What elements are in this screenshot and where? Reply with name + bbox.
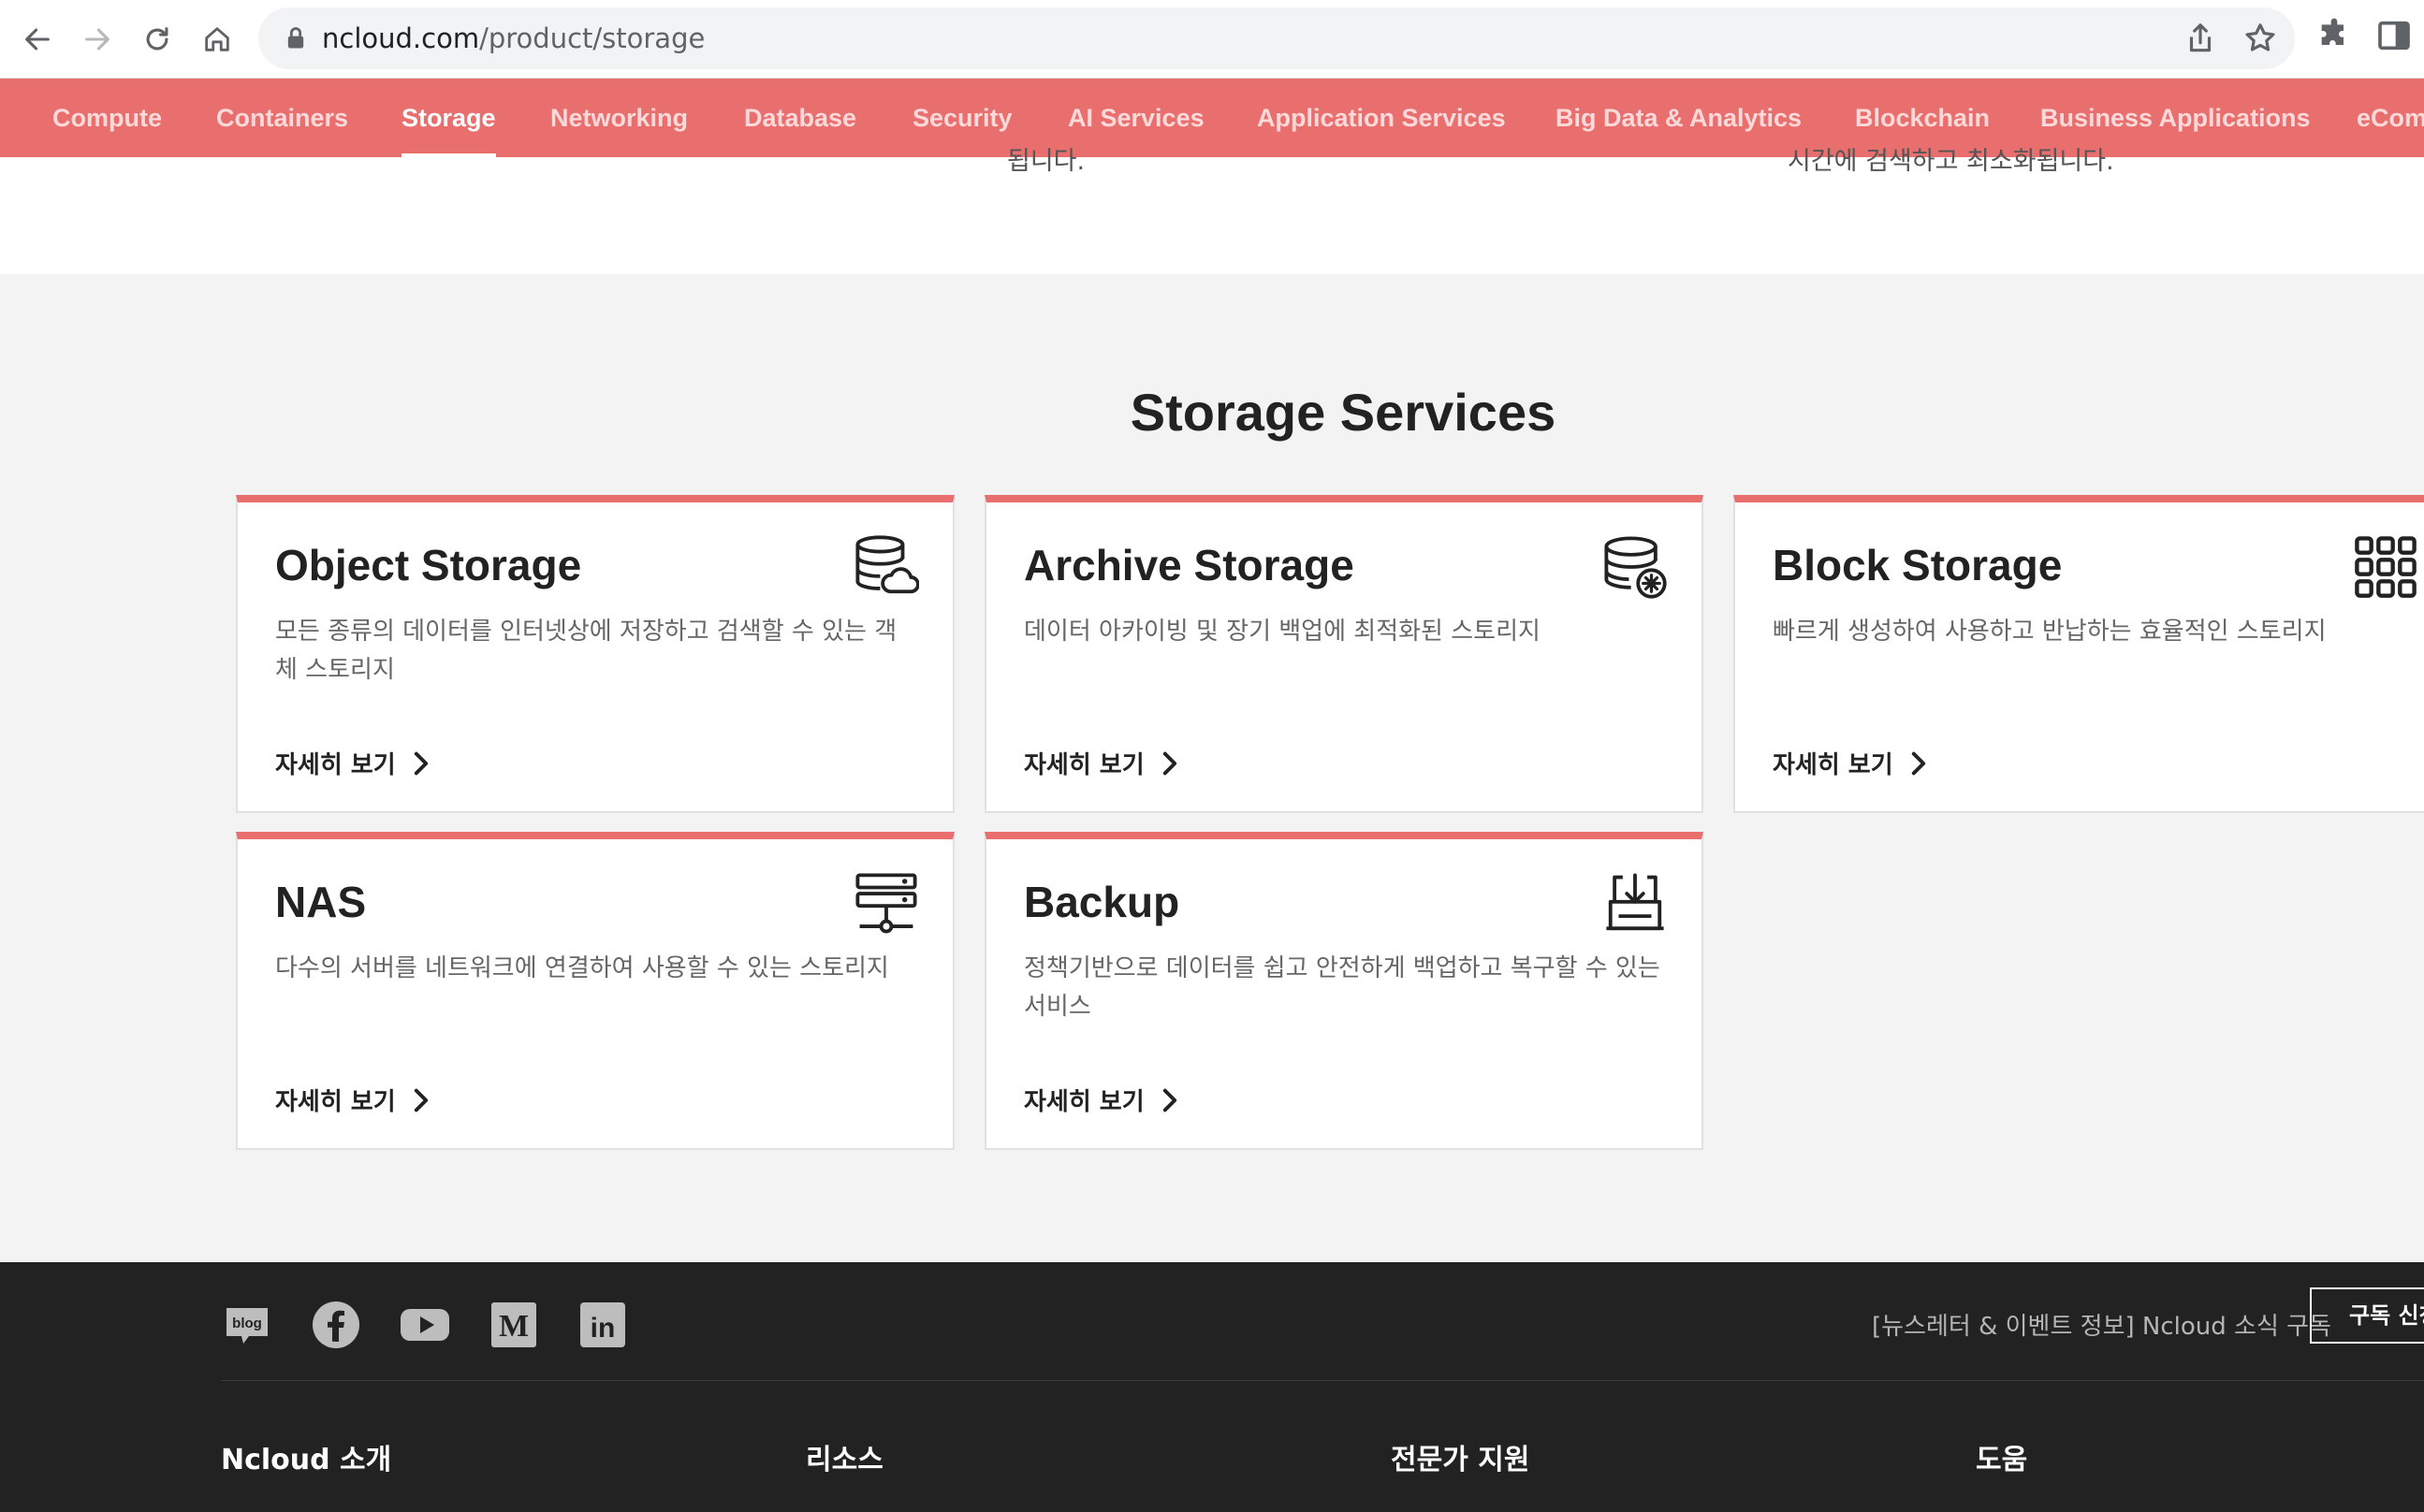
share-icon [2189, 23, 2212, 52]
category-storage[interactable]: Storage [402, 79, 496, 157]
learn-more-link[interactable]: 자세히 보기 [1024, 1083, 1180, 1117]
newsletter-text: [뉴스레터 & 이벤트 정보] Ncloud 소식 구독 [1872, 1313, 2331, 1341]
footer-column-title: Ncloud 소개 [221, 1444, 392, 1476]
chevron-right-icon [1162, 1088, 1176, 1112]
card-title: Archive Storage [1024, 541, 1354, 589]
lock-icon [287, 27, 304, 49]
medium-icon[interactable]: M [488, 1299, 540, 1351]
link-label: 자세히 보기 [1024, 1088, 1145, 1116]
address-bar[interactable]: ncloud.com/product/storage [258, 7, 2295, 69]
url-host: ncloud.com [322, 22, 480, 54]
extensions-button[interactable] [2315, 17, 2360, 62]
footer-column-title: 리소스 [806, 1444, 883, 1476]
footer-divider [221, 1380, 2424, 1381]
card-description: 데이터 아카이빙 및 장기 백업에 최적화된 스토리지 [1024, 618, 1541, 646]
service-card-backup[interactable]: Backup 정책기반으로 데이터를 쉽고 안전하게 백업하고 복구할 수 있는… [985, 832, 1703, 1150]
service-card-object-storage[interactable]: Object Storage 모든 종류의 데이터를 인터넷상에 저장하고 검색… [236, 495, 955, 813]
service-card-block-storage[interactable]: Block Storage 빠르게 생성하여 사용하고 반납하는 효율적인 스토… [1733, 495, 2424, 813]
side-panel-button[interactable] [2375, 17, 2420, 62]
service-card-archive-storage[interactable]: Archive Storage 데이터 아카이빙 및 장기 백업에 최적화된 스… [985, 495, 1703, 813]
home-button[interactable] [191, 13, 243, 65]
learn-more-link[interactable]: 자세히 보기 [275, 1083, 431, 1117]
chevron-right-icon [1162, 751, 1176, 775]
footer-column-title: 도움 [1976, 1444, 2028, 1476]
card-description: 모든 종류의 데이터를 인터넷상에 저장하고 검색할 수 있는 객체 스토리지 [275, 618, 898, 684]
arrow-left-icon [25, 28, 50, 51]
page: ncloud.com/product/storage Compute Conta… [0, 0, 2424, 1512]
category-application-services[interactable]: Application Services [1257, 79, 1506, 157]
back-button[interactable] [11, 13, 64, 65]
card-description: 정책기반으로 데이터를 쉽고 안전하게 백업하고 복구할 수 있는 서비스 [1024, 954, 1660, 1021]
side-panel-icon [2378, 21, 2410, 51]
share-button[interactable] [2183, 21, 2218, 56]
category-security[interactable]: Security [913, 79, 1013, 157]
linkedin-icon-label: in [591, 1313, 616, 1344]
chevron-right-icon [414, 1088, 428, 1112]
reload-icon [146, 27, 168, 51]
card-title: NAS [275, 878, 367, 926]
arrow-right-icon [85, 28, 110, 51]
subscribe-button[interactable]: 구독 신청 [2310, 1287, 2424, 1344]
link-label: 자세히 보기 [275, 1088, 396, 1116]
card-description: 빠르게 생성하여 사용하고 반납하는 효율적인 스토리지 [1773, 618, 2327, 646]
blog-icon[interactable]: blog [221, 1299, 273, 1351]
download-tray-icon [1602, 871, 1668, 937]
home-icon [205, 27, 229, 51]
chevron-right-icon [414, 751, 428, 775]
previous-section-text: 시간에 검색하고 최소화됩니다. [1788, 147, 2114, 172]
card-title: Block Storage [1773, 541, 2063, 589]
footer: blog M in [뉴스레터 & 이벤트 정보] Ncloud 소식 구독 구… [0, 1262, 2424, 1512]
url-path: /product/storage [479, 22, 706, 54]
category-compute[interactable]: Compute [52, 79, 162, 157]
database-gear-icon [1602, 534, 1668, 600]
link-label: 자세히 보기 [1024, 751, 1145, 779]
previous-section-text: 됩니다. [1007, 147, 1086, 172]
blog-icon-label: blog [232, 1316, 262, 1331]
learn-more-link[interactable]: 자세히 보기 [275, 746, 431, 780]
category-networking[interactable]: Networking [550, 79, 688, 157]
grid-blocks-icon [2353, 534, 2418, 600]
link-label: 자세히 보기 [275, 751, 396, 779]
section-title: Storage Services [1130, 383, 1556, 442]
link-label: 자세히 보기 [1773, 751, 1893, 779]
database-cloud-icon [854, 534, 920, 600]
learn-more-link[interactable]: 자세히 보기 [1773, 746, 1929, 780]
facebook-icon[interactable] [310, 1299, 362, 1351]
server-network-icon [854, 871, 919, 937]
linkedin-icon[interactable]: in [577, 1299, 629, 1351]
reload-button[interactable] [131, 13, 183, 65]
category-containers[interactable]: Containers [216, 79, 348, 157]
category-database[interactable]: Database [744, 79, 856, 157]
chevron-right-icon [1911, 751, 1925, 775]
url-text: ncloud.com/product/storage [322, 7, 705, 69]
category-ai-services[interactable]: AI Services [1068, 79, 1205, 157]
puzzle-icon [2321, 18, 2344, 45]
learn-more-link[interactable]: 자세히 보기 [1024, 746, 1180, 780]
service-card-nas[interactable]: NAS 다수의 서버를 네트워크에 연결하여 사용할 수 있는 스토리지 자세히… [236, 832, 955, 1150]
youtube-icon[interactable] [399, 1299, 451, 1351]
browser-toolbar: ncloud.com/product/storage [0, 0, 2424, 79]
card-title: Backup [1024, 878, 1180, 926]
card-description: 다수의 서버를 네트워크에 연결하여 사용할 수 있는 스토리지 [275, 954, 889, 982]
category-ecom[interactable]: eCom [2357, 79, 2424, 157]
star-icon [2245, 23, 2275, 51]
card-title: Object Storage [275, 541, 582, 589]
medium-icon-label: M [499, 1309, 529, 1344]
bookmark-button[interactable] [2242, 21, 2278, 56]
forward-button[interactable] [71, 13, 124, 65]
category-big-data-analytics[interactable]: Big Data & Analytics [1555, 79, 1802, 157]
footer-column-title: 전문가 지원 [1391, 1444, 1530, 1476]
